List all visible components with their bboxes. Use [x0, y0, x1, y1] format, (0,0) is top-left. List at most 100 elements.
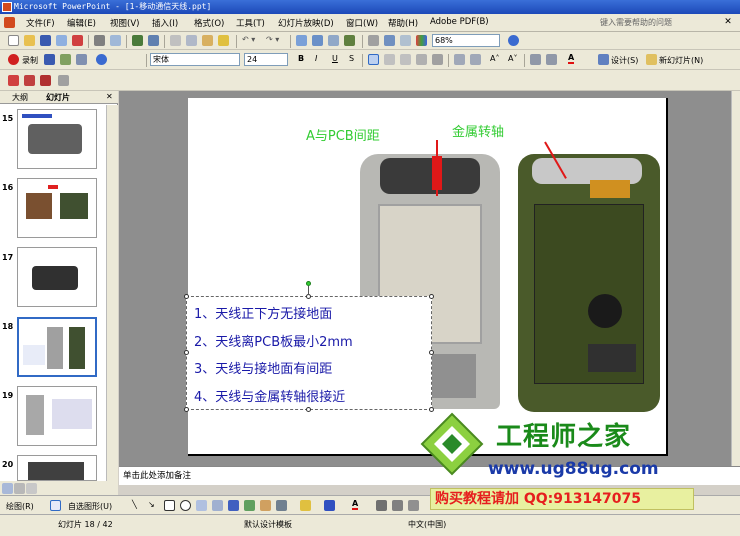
menu-view[interactable]: 视图(V)	[110, 17, 139, 29]
format-painter-icon[interactable]	[218, 35, 229, 46]
resize-handle[interactable]	[429, 294, 434, 299]
toolbar-options-icon[interactable]	[58, 75, 69, 86]
new-slide-icon[interactable]	[646, 54, 657, 65]
rectangle-icon[interactable]	[164, 500, 175, 511]
align-left-icon[interactable]	[368, 54, 379, 65]
select-pointer-icon[interactable]	[50, 500, 61, 511]
research-icon[interactable]	[148, 35, 159, 46]
close-icon[interactable]: ✕	[722, 16, 734, 28]
fill-color-icon[interactable]	[300, 500, 311, 511]
menu-file[interactable]: 文件(F)	[26, 17, 55, 29]
decrease-font-icon[interactable]: A˅	[508, 54, 517, 63]
undo-icon[interactable]: ↶ ▾	[242, 35, 255, 44]
underline-button[interactable]: U	[332, 54, 338, 63]
help-search-input[interactable]: 键入需要帮助的问题	[600, 16, 712, 29]
slide-vertical-scrollbar[interactable]	[731, 91, 740, 466]
slide-thumbnail-19[interactable]	[17, 386, 97, 446]
menu-edit[interactable]: 编辑(E)	[67, 17, 96, 29]
slide-thumbnail-20[interactable]	[17, 455, 97, 481]
expand-all-icon[interactable]	[368, 35, 379, 46]
macro-icon[interactable]	[60, 54, 71, 65]
menu-insert[interactable]: 插入(I)	[152, 17, 178, 29]
distribute-icon[interactable]	[416, 54, 427, 65]
cut-icon[interactable]	[170, 35, 181, 46]
column-icon[interactable]	[432, 54, 443, 65]
vertical-textbox-icon[interactable]	[212, 500, 223, 511]
font-size-select[interactable]: 24	[244, 53, 288, 66]
document-icon[interactable]	[4, 17, 15, 28]
color-grayscale-icon[interactable]	[416, 35, 427, 46]
resize-handle[interactable]	[184, 407, 189, 412]
align-right-icon[interactable]	[400, 54, 411, 65]
resize-handle[interactable]	[306, 407, 311, 412]
zoom-select[interactable]: 68%	[432, 34, 500, 47]
resize-handle[interactable]	[429, 350, 434, 355]
line-color-icon[interactable]	[324, 500, 335, 511]
dash-style-icon[interactable]	[392, 500, 403, 511]
new-slide-button[interactable]: 新幻灯片(N)	[659, 55, 703, 66]
open-icon[interactable]	[24, 35, 35, 46]
font-color-icon[interactable]: A	[568, 53, 575, 64]
bullets-icon[interactable]	[470, 54, 481, 65]
arrow-icon[interactable]: ↘	[148, 500, 155, 509]
redo-icon[interactable]: ↷ ▾	[266, 35, 279, 44]
menu-adobe-pdf[interactable]: Adobe PDF(B)	[430, 17, 489, 27]
increase-indent-icon[interactable]	[546, 54, 557, 65]
slide-thumbnail-15[interactable]	[17, 109, 97, 169]
slide-thumbnail-17[interactable]	[17, 247, 97, 307]
menu-help[interactable]: 帮助(H)	[388, 17, 418, 29]
shadow-button[interactable]: S	[349, 54, 354, 63]
help-tool-icon[interactable]	[96, 54, 107, 65]
autoshapes-menu[interactable]: 自选图形(U)	[68, 501, 112, 512]
edit-icon[interactable]	[44, 54, 55, 65]
insert-picture-icon[interactable]	[344, 35, 355, 46]
line-icon[interactable]: ╲	[132, 500, 137, 509]
textbox-icon[interactable]	[196, 500, 207, 511]
save-icon[interactable]	[40, 35, 51, 46]
align-center-icon[interactable]	[384, 54, 395, 65]
menu-window[interactable]: 窗口(W)	[346, 17, 378, 29]
show-formatting-icon[interactable]	[384, 35, 395, 46]
line-style-icon[interactable]	[376, 500, 387, 511]
record-label[interactable]: 录制	[22, 55, 38, 66]
tab-outline[interactable]: 大纲	[12, 92, 28, 103]
wordart-icon[interactable]	[228, 500, 239, 511]
arrow-style-icon[interactable]	[408, 500, 419, 511]
pdf-icon[interactable]	[72, 35, 83, 46]
menu-slideshow[interactable]: 幻灯片放映(D)	[278, 17, 334, 29]
menu-tools[interactable]: 工具(T)	[236, 17, 265, 29]
spelling-icon[interactable]	[132, 35, 143, 46]
record-icon[interactable]	[8, 54, 19, 65]
pdf-email-icon[interactable]	[24, 75, 35, 86]
pdf-review-icon[interactable]	[40, 75, 51, 86]
pdf-create-icon[interactable]	[8, 75, 19, 86]
controls-icon[interactable]	[76, 54, 87, 65]
resize-handle[interactable]	[184, 294, 189, 299]
design-button[interactable]: 设计(S)	[611, 55, 638, 66]
drawbar-font-color-icon[interactable]: A	[352, 499, 359, 510]
print-icon[interactable]	[94, 35, 105, 46]
tables-borders-icon[interactable]	[328, 35, 339, 46]
bold-button[interactable]: B	[298, 54, 304, 63]
slideshow-icon[interactable]	[26, 483, 37, 494]
italic-button[interactable]: I	[315, 54, 317, 63]
paste-icon[interactable]	[202, 35, 213, 46]
slides-scrollbar[interactable]	[106, 105, 118, 481]
normal-view-icon[interactable]	[2, 483, 13, 494]
table-icon[interactable]	[312, 35, 323, 46]
close-pane-icon[interactable]: ✕	[106, 92, 113, 101]
clipart-icon[interactable]	[260, 500, 271, 511]
menu-format[interactable]: 格式(O)	[194, 17, 224, 29]
grid-icon[interactable]	[400, 35, 411, 46]
font-name-select[interactable]: 宋体	[150, 53, 240, 66]
permission-icon[interactable]	[56, 35, 67, 46]
design-icon[interactable]	[598, 54, 609, 65]
increase-font-icon[interactable]: A˄	[490, 54, 499, 63]
print-preview-icon[interactable]	[110, 35, 121, 46]
numbering-icon[interactable]	[454, 54, 465, 65]
slide-thumbnail-16[interactable]	[17, 178, 97, 238]
oval-icon[interactable]	[180, 500, 191, 511]
resize-handle[interactable]	[184, 350, 189, 355]
slide-thumbnail-18[interactable]	[17, 317, 97, 377]
chart-icon[interactable]	[296, 35, 307, 46]
